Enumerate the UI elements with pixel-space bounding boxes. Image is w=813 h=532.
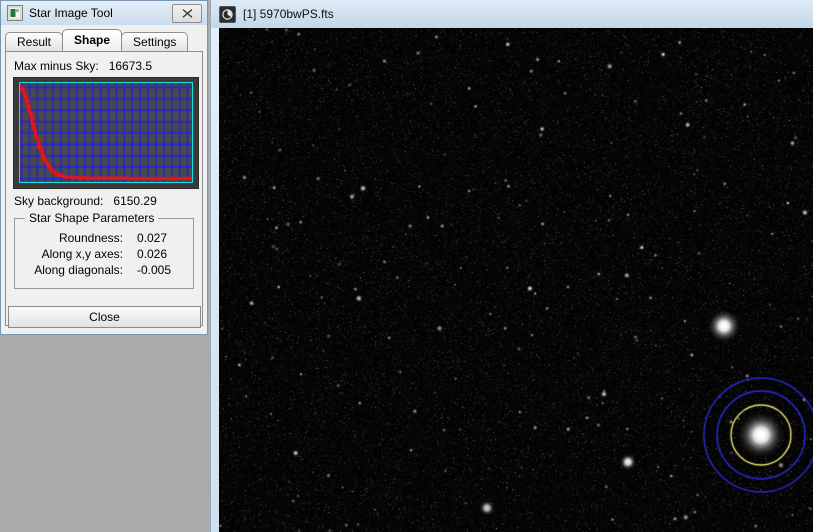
star-shape-parameters-title: Star Shape Parameters bbox=[25, 211, 159, 225]
dialog-titlebar[interactable]: Star Image Tool bbox=[1, 1, 207, 25]
along-xy-axes-label: Along x,y axes: bbox=[41, 247, 123, 261]
sky-background-value: 6150.29 bbox=[113, 194, 157, 208]
param-row: Along x,y axes: 0.026 bbox=[23, 247, 185, 261]
tab-shape[interactable]: Shape bbox=[62, 29, 123, 51]
image-canvas[interactable] bbox=[219, 28, 813, 532]
max-minus-sky-value: 16673.5 bbox=[108, 59, 153, 73]
sky-background-label: Sky background: bbox=[14, 194, 104, 208]
roundness-label: Roundness: bbox=[58, 231, 123, 245]
plot-curve bbox=[20, 83, 192, 182]
image-window-icon bbox=[219, 5, 236, 23]
max-minus-sky-label: Max minus Sky: bbox=[14, 59, 99, 73]
along-diagonals-label: Along diagonals: bbox=[34, 263, 123, 277]
image-window-titlebar[interactable]: [1] 5970bwPS.fts bbox=[211, 0, 813, 28]
close-button[interactable]: Close bbox=[8, 306, 201, 328]
image-window-title: [1] 5970bwPS.fts bbox=[243, 7, 334, 21]
image-window: [1] 5970bwPS.fts bbox=[210, 0, 813, 532]
roundness-value: 0.027 bbox=[137, 231, 168, 245]
along-diagonals-value: -0.005 bbox=[137, 263, 172, 277]
dialog-title: Star Image Tool bbox=[29, 6, 113, 20]
desktop-background: [1] 5970bwPS.fts Star Image Tool Result … bbox=[0, 0, 813, 532]
star-field-canvas[interactable] bbox=[219, 28, 813, 532]
sky-background-readout: Sky background: 6150.29 bbox=[14, 194, 196, 208]
plot-area bbox=[19, 82, 193, 183]
radial-profile-plot bbox=[13, 77, 199, 189]
tab-result[interactable]: Result bbox=[5, 32, 64, 51]
close-icon[interactable] bbox=[172, 4, 202, 23]
app-icon bbox=[7, 5, 23, 21]
tab-settings[interactable]: Settings bbox=[121, 32, 189, 51]
param-row: Along diagonals: -0.005 bbox=[23, 263, 185, 277]
along-xy-axes-value: 0.026 bbox=[137, 247, 168, 261]
tab-bar: Result Shape Settings bbox=[5, 29, 203, 51]
shape-tab-panel: Max minus Sky: 16673.5 Sky background: 6… bbox=[5, 51, 203, 326]
param-row: Roundness: 0.027 bbox=[23, 231, 185, 245]
star-image-tool-dialog: Star Image Tool Result Shape Settings Ma… bbox=[0, 0, 208, 335]
max-minus-sky-readout: Max minus Sky: 16673.5 bbox=[14, 59, 196, 73]
star-shape-parameters-group: Star Shape Parameters Roundness: 0.027 A… bbox=[14, 211, 194, 289]
